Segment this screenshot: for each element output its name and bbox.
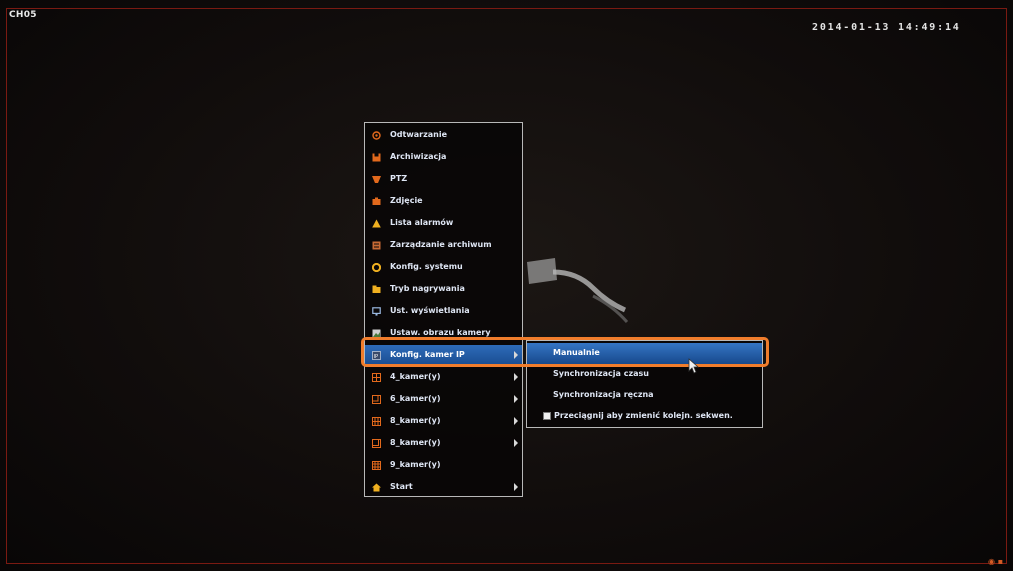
submenu-arrow-icon <box>514 373 518 381</box>
menu-item-label: Lista alarmów <box>390 218 454 227</box>
menu-item-start[interactable]: Start <box>365 477 522 499</box>
menu-item-label: Start <box>390 482 413 491</box>
menu-item-9-kamer[interactable]: 9_kamer(y) <box>365 455 522 477</box>
datetime-overlay: 2014-01-13 14:49:14 <box>812 22 961 33</box>
archive-management-icon <box>372 241 381 250</box>
menu-item-zarzadzanie-archiwum[interactable]: Zarządzanie archiwum <box>365 235 522 257</box>
channel-label: CH05 <box>9 10 37 20</box>
submenu-item-label: Przeciągnij aby zmienić kolejn. sekwen. <box>554 411 733 420</box>
status-icons: ◉ ▪ <box>988 557 1004 566</box>
menu-item-label: 4_kamer(y) <box>390 372 441 381</box>
grid-8-alt-icon <box>372 439 381 448</box>
menu-item-label: 8_kamer(y) <box>390 438 441 447</box>
submenu-item-drag-sequence[interactable]: Przeciągnij aby zmienić kolejn. sekwen. <box>527 406 762 427</box>
menu-item-label: Zarządzanie archiwum <box>390 240 492 249</box>
display-monitor-icon <box>372 307 381 316</box>
menu-item-label: 9_kamer(y) <box>390 460 441 469</box>
backup-icon <box>372 153 381 162</box>
alarm-warning-icon <box>372 219 381 228</box>
submenu-arrow-icon <box>514 439 518 447</box>
submenu-item-label: Synchronizacja czasu <box>553 369 649 378</box>
menu-item-label: Zdjęcie <box>390 196 423 205</box>
playback-icon <box>372 131 381 140</box>
grid-4-icon <box>372 373 381 382</box>
menu-item-6-kamer[interactable]: 6_kamer(y) <box>365 389 522 411</box>
camera-scene-object <box>527 258 629 323</box>
menu-item-odtwarzanie[interactable]: Odtwarzanie <box>365 125 522 147</box>
menu-item-label: 6_kamer(y) <box>390 394 441 403</box>
submenu-arrow-icon <box>514 483 518 491</box>
ptz-icon <box>372 175 381 184</box>
system-config-icon <box>372 263 381 272</box>
grid-8-icon <box>372 417 381 426</box>
menu-item-label: 8_kamer(y) <box>390 416 441 425</box>
menu-item-archiwizacja[interactable]: Archiwizacja <box>365 147 522 169</box>
sequence-checkbox[interactable] <box>543 412 551 420</box>
menu-item-label: Tryb nagrywania <box>390 284 465 293</box>
menu-item-label: Odtwarzanie <box>390 130 448 139</box>
menu-item-tryb-nagrywania[interactable]: Tryb nagrywania <box>365 279 522 301</box>
camera-snapshot-icon <box>372 197 381 206</box>
record-mode-icon <box>372 285 381 294</box>
context-menu: Odtwarzanie Archiwizacja PTZ Zdjęcie Lis… <box>364 122 523 497</box>
menu-item-label: Archiwizacja <box>390 152 447 161</box>
grid-6-icon <box>372 395 381 404</box>
home-icon <box>372 483 381 492</box>
menu-item-label: Konfig. systemu <box>390 262 463 271</box>
menu-item-4-kamer[interactable]: 4_kamer(y) <box>365 367 522 389</box>
selection-highlight-frame <box>361 337 769 367</box>
menu-item-zdjecie[interactable]: Zdjęcie <box>365 191 522 213</box>
submenu-item-synchronizacja-reczna[interactable]: Synchronizacja ręczna <box>527 385 762 406</box>
menu-item-8-kamer[interactable]: 8_kamer(y) <box>365 411 522 433</box>
menu-item-ust-wyswietlania[interactable]: Ust. wyświetlania <box>365 301 522 323</box>
submenu-arrow-icon <box>514 395 518 403</box>
submenu-item-synchronizacja-czasu[interactable]: Synchronizacja czasu <box>527 364 762 385</box>
menu-item-lista-alarmow[interactable]: Lista alarmów <box>365 213 522 235</box>
submenu-item-label: Synchronizacja ręczna <box>553 390 654 399</box>
menu-item-label: PTZ <box>390 174 408 183</box>
menu-item-konfig-systemu[interactable]: Konfig. systemu <box>365 257 522 279</box>
mouse-cursor-icon <box>688 358 700 374</box>
menu-item-ptz[interactable]: PTZ <box>365 169 522 191</box>
grid-9-icon <box>372 461 381 470</box>
submenu-arrow-icon <box>514 417 518 425</box>
menu-item-label: Ust. wyświetlania <box>390 306 470 315</box>
menu-item-8-kamer-alt[interactable]: 8_kamer(y) <box>365 433 522 455</box>
menu-item-label: Ustaw. obrazu kamery <box>390 328 491 337</box>
